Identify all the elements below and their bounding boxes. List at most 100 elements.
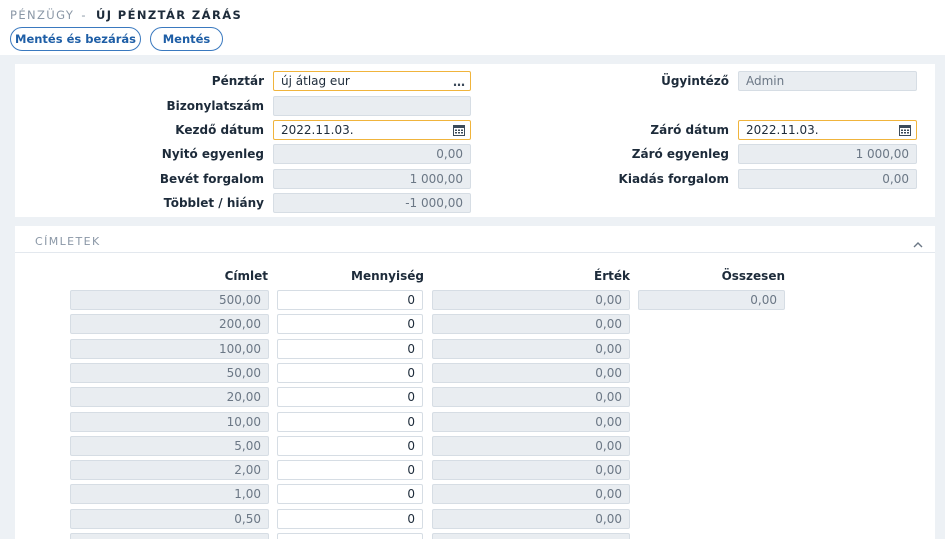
ugyintezo-label: Ügyintéző xyxy=(661,74,729,88)
nyito-egyenleg-label: Nyitó egyenleg xyxy=(161,147,264,161)
kiadas-forgalom-field: 0,00 xyxy=(738,169,917,189)
top-bar: PÉNZÜGY - ÚJ PÉNZTÁR ZÁRÁS Mentés és bez… xyxy=(0,0,945,55)
mennyiseg-input[interactable]: 0 xyxy=(277,387,423,407)
ertek-cell: 0,00 xyxy=(432,412,630,432)
mennyiseg-input[interactable] xyxy=(277,533,423,539)
bizonylatszam-label: Bizonylatszám xyxy=(166,99,264,113)
nyito-egyenleg-field: 0,00 xyxy=(273,144,471,164)
kezdo-datum-field[interactable]: 2022.11.03. xyxy=(273,120,471,140)
breadcrumb-parent[interactable]: PÉNZÜGY xyxy=(10,8,74,22)
zaro-egyenleg-field: 1 000,00 xyxy=(738,144,917,164)
mennyiseg-value: 0 xyxy=(407,415,415,429)
tobblet-hiany-field: -1 000,00 xyxy=(273,193,471,213)
ugyintezo-field: Admin xyxy=(738,71,917,91)
cimlet-value: 5,00 xyxy=(234,439,261,453)
cimlet-cell: 100,00 xyxy=(70,339,269,359)
tobblet-hiany-label: Többlet / hiány xyxy=(163,196,264,210)
ertek-value: 0,00 xyxy=(595,317,622,331)
cimlet-value: 20,00 xyxy=(226,390,261,404)
cimlet-cell xyxy=(70,533,269,539)
mennyiseg-input[interactable]: 0 xyxy=(277,363,423,383)
cimlet-cell: 500,00 xyxy=(70,290,269,310)
ertek-value: 0,00 xyxy=(595,390,622,404)
ertek-cell: 0,00 xyxy=(432,314,630,334)
kezdo-datum-value: 2022.11.03. xyxy=(281,123,354,137)
breadcrumb: PÉNZÜGY - ÚJ PÉNZTÁR ZÁRÁS xyxy=(10,8,242,22)
cimlet-value: 50,00 xyxy=(226,366,261,380)
bizonylatszam-field xyxy=(273,96,471,116)
zaro-datum-value: 2022.11.03. xyxy=(746,123,819,137)
ertek-value: 0,00 xyxy=(595,439,622,453)
column-header-cimlet: Címlet xyxy=(224,269,268,283)
cimlet-value: 100,00 xyxy=(219,342,261,356)
ertek-value: 0,00 xyxy=(595,415,622,429)
mennyiseg-value: 0 xyxy=(407,487,415,501)
cimlet-value: 200,00 xyxy=(219,317,261,331)
ertek-cell: 0,00 xyxy=(432,387,630,407)
ertek-value: 0,00 xyxy=(595,293,622,307)
cash-closing-form: Pénztár új átlag eur … Bizonylatszám Kez… xyxy=(15,64,935,217)
kiadas-forgalom-label: Kiadás forgalom xyxy=(618,172,729,186)
penztar-value: új átlag eur xyxy=(281,74,350,88)
chevron-up-icon[interactable] xyxy=(913,234,923,253)
mennyiseg-input[interactable]: 0 xyxy=(277,314,423,334)
mennyiseg-value: 0 xyxy=(407,512,415,526)
calendar-icon[interactable] xyxy=(453,124,465,139)
cimlet-value: 1,00 xyxy=(234,487,261,501)
mennyiseg-input[interactable]: 0 xyxy=(277,290,423,310)
zaro-egyenleg-value: 1 000,00 xyxy=(855,147,909,161)
save-and-close-button[interactable]: Mentés és bezárás xyxy=(10,27,141,51)
mennyiseg-input[interactable]: 0 xyxy=(277,436,423,456)
mennyiseg-input[interactable]: 0 xyxy=(277,412,423,432)
mennyiseg-value: 0 xyxy=(407,390,415,404)
cimlet-value: 500,00 xyxy=(219,293,261,307)
mennyiseg-value: 0 xyxy=(407,317,415,331)
cimlet-cell: 5,00 xyxy=(70,436,269,456)
page-title: ÚJ PÉNZTÁR ZÁRÁS xyxy=(95,8,243,22)
cimlet-cell: 2,00 xyxy=(70,460,269,480)
calendar-icon[interactable] xyxy=(899,124,911,139)
cimlet-cell: 200,00 xyxy=(70,314,269,334)
breadcrumb-separator: - xyxy=(81,8,87,22)
mennyiseg-input[interactable]: 0 xyxy=(277,339,423,359)
section-title[interactable]: CÍMLETEK xyxy=(35,235,101,248)
ertek-value: 0,00 xyxy=(595,366,622,380)
ertek-cell: 0,00 xyxy=(432,460,630,480)
total-value: 0,00 xyxy=(750,293,777,307)
zaro-datum-field[interactable]: 2022.11.03. xyxy=(738,120,917,140)
tobblet-hiany-value: -1 000,00 xyxy=(405,196,463,210)
mennyiseg-input[interactable]: 0 xyxy=(277,509,423,529)
mennyiseg-input[interactable]: 0 xyxy=(277,484,423,504)
ertek-cell: 0,00 xyxy=(432,363,630,383)
cimlet-cell: 1,00 xyxy=(70,484,269,504)
kezdo-datum-label: Kezdő dátum xyxy=(175,123,264,137)
save-button[interactable]: Mentés xyxy=(150,27,223,51)
zaro-datum-label: Záró dátum xyxy=(650,123,729,137)
column-header-ertek: Érték xyxy=(594,269,630,283)
column-header-osszesen: Összesen xyxy=(721,269,785,283)
ertek-cell: 0,00 xyxy=(432,509,630,529)
cimlet-cell: 10,00 xyxy=(70,412,269,432)
ertek-cell: 0,00 xyxy=(432,290,630,310)
cimlet-cell: 0,50 xyxy=(70,509,269,529)
total-field: 0,00 xyxy=(638,290,785,310)
nyito-egyenleg-value: 0,00 xyxy=(436,147,463,161)
mennyiseg-value: 0 xyxy=(407,342,415,356)
ertek-cell: 0,00 xyxy=(432,484,630,504)
ertek-value: 0,00 xyxy=(595,342,622,356)
penztar-field[interactable]: új átlag eur … xyxy=(273,71,471,91)
ellipsis-icon[interactable]: … xyxy=(453,76,465,88)
mennyiseg-value: 0 xyxy=(407,366,415,380)
ertek-cell: 0,00 xyxy=(432,436,630,456)
bevet-forgalom-value: 1 000,00 xyxy=(409,172,463,186)
cimlet-value: 0,50 xyxy=(234,512,261,526)
ertek-value: 0,00 xyxy=(595,487,622,501)
bevet-forgalom-field: 1 000,00 xyxy=(273,169,471,189)
cimlet-value: 2,00 xyxy=(234,463,261,477)
section-divider xyxy=(15,252,935,253)
ertek-value: 0,00 xyxy=(595,463,622,477)
mennyiseg-value: 0 xyxy=(407,439,415,453)
cimlet-cell: 50,00 xyxy=(70,363,269,383)
mennyiseg-input[interactable]: 0 xyxy=(277,460,423,480)
zaro-egyenleg-label: Záró egyenleg xyxy=(631,147,729,161)
